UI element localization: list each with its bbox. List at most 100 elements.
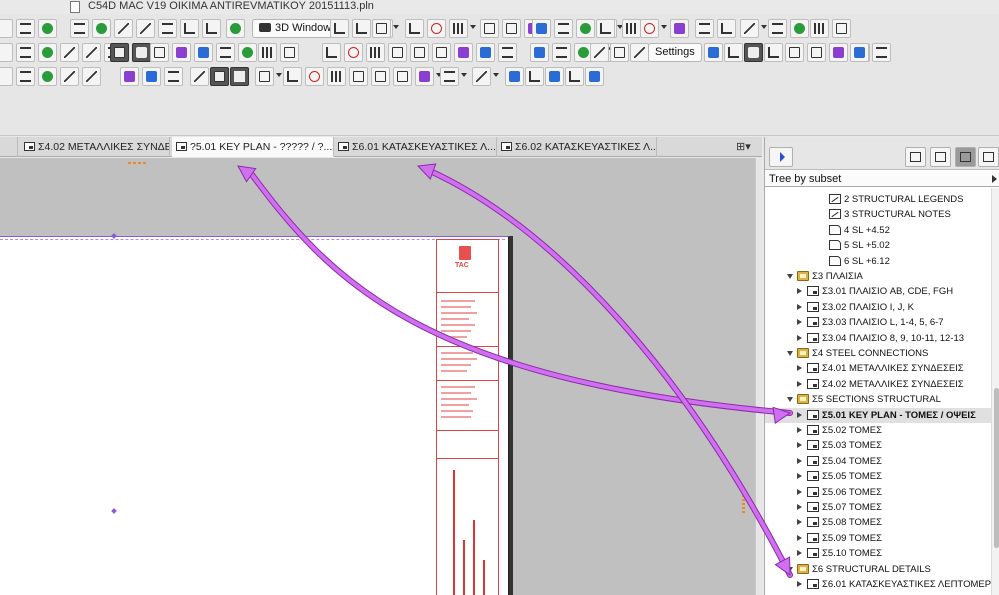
disclosure-closed-icon[interactable]: [797, 335, 802, 341]
disclosure-closed-icon[interactable]: [797, 442, 802, 448]
toolbar-tool-button[interactable]: [0, 67, 13, 86]
toolbar-tool-button[interactable]: [16, 43, 35, 62]
toolbar-tool-button[interactable]: [172, 43, 191, 62]
toolbar-tool-button[interactable]: [194, 43, 213, 62]
view-map-button[interactable]: [930, 147, 951, 167]
disclosure-open-icon[interactable]: [787, 274, 793, 279]
toolbar-tool-button[interactable]: [120, 67, 139, 86]
toolbar-tool-button[interactable]: [530, 43, 549, 62]
disclosure-closed-icon[interactable]: [797, 581, 802, 587]
chevron-down-icon[interactable]: [493, 73, 499, 77]
toolbar-tool-button[interactable]: [850, 43, 869, 62]
hierarchy-icon[interactable]: ⊞▾: [736, 140, 751, 153]
scroll-thumb[interactable]: [994, 388, 999, 548]
toolbar-tool-button[interactable]: [92, 19, 111, 38]
toolbar-tool-button[interactable]: [388, 43, 407, 62]
toolbar-tool-button[interactable]: [38, 19, 57, 38]
toolbar-tool-button[interactable]: [330, 19, 349, 38]
layout-canvas[interactable]: TAC: [0, 158, 762, 595]
toolbar-tool-button[interactable]: [110, 43, 129, 62]
tab-1[interactable]: ?5.01 KEY PLAN - ????? / ?...: [172, 137, 334, 157]
toolbar-tool-button[interactable]: [829, 43, 848, 62]
tree-item[interactable]: Σ5.10 ΤΟΜΕΣ: [765, 546, 991, 561]
tree-item[interactable]: Σ4 STEEL CONNECTIONS: [765, 346, 991, 361]
settings-button[interactable]: Settings: [648, 43, 702, 62]
toolbar-tool-button[interactable]: [525, 67, 544, 86]
toolbar-tool-button[interactable]: [136, 19, 155, 38]
toolbar-tool-button[interactable]: [70, 19, 89, 38]
toolbar-tool-button[interactable]: [283, 67, 302, 86]
toolbar-tool-button[interactable]: [622, 19, 641, 38]
toolbar-tool-button[interactable]: [427, 19, 446, 38]
toolbar-tool-button[interactable]: [305, 67, 324, 86]
toolbar-tool-button[interactable]: [807, 43, 826, 62]
disclosure-closed-icon[interactable]: [797, 412, 802, 418]
toolbar-tool-button[interactable]: [704, 43, 723, 62]
toolbar-tool-button[interactable]: [480, 19, 499, 38]
toolbar-tool-button[interactable]: [872, 43, 891, 62]
navigator-menu-button[interactable]: [769, 147, 793, 167]
tree-item[interactable]: Σ5 SECTIONS STRUCTURAL: [765, 392, 991, 407]
toolbar-tool-button[interactable]: [585, 67, 604, 86]
disclosure-closed-icon[interactable]: [797, 550, 802, 556]
toolbar-tool-button[interactable]: [554, 19, 573, 38]
toolbar-tool-button[interactable]: [16, 19, 35, 38]
tab-overflow[interactable]: [0, 137, 18, 157]
toolbar-tool-button[interactable]: [410, 43, 429, 62]
chevron-down-icon[interactable]: [461, 73, 467, 77]
toolbar-tool-button[interactable]: [832, 19, 851, 38]
tree-item[interactable]: Σ3.01 ΠΛΑΙΣΙΟ AB, CDE, FGH: [765, 284, 991, 299]
toolbar-tool-button[interactable]: [717, 19, 736, 38]
toolbar-tool-button[interactable]: [505, 67, 524, 86]
toolbar-tool-button[interactable]: [190, 67, 209, 86]
toolbar-tool-button[interactable]: [670, 19, 689, 38]
chevron-down-icon[interactable]: [276, 73, 282, 77]
toolbar-tool-button[interactable]: [202, 19, 221, 38]
disclosure-closed-icon[interactable]: [797, 319, 802, 325]
tree-item[interactable]: Σ3 ΠΛΑΙΣΙΑ: [765, 269, 991, 284]
tree-item[interactable]: 4 SL +4.52: [765, 223, 991, 238]
toolbar-tool-button[interactable]: [180, 19, 199, 38]
toolbar-tool-button[interactable]: [640, 19, 659, 38]
toolbar-tool-button[interactable]: [349, 67, 368, 86]
toolbar-tool-button[interactable]: [216, 43, 235, 62]
toolbar-tool-button[interactable]: [768, 19, 787, 38]
tree-item[interactable]: Σ5.08 ΤΟΜΕΣ: [765, 515, 991, 530]
tree-item[interactable]: 2 STRUCTURAL LEGENDS: [765, 192, 991, 207]
toolbar-tool-button[interactable]: [327, 67, 346, 86]
toolbar-tool-button[interactable]: [724, 43, 743, 62]
tree-item[interactable]: Σ5.07 ΤΟΜΕΣ: [765, 500, 991, 515]
disclosure-open-icon[interactable]: [787, 397, 793, 402]
tree-item[interactable]: Σ5.04 ΤΟΜΕΣ: [765, 454, 991, 469]
toolbar-tool-button[interactable]: [405, 19, 424, 38]
chevron-down-icon[interactable]: [661, 25, 667, 29]
toolbar-tool-button[interactable]: [502, 19, 521, 38]
toolbar-tool-button[interactable]: [82, 67, 101, 86]
toolbar-tool-button[interactable]: [344, 43, 363, 62]
toolbar-tool-button[interactable]: [0, 19, 13, 38]
toolbar-tool-button[interactable]: [785, 43, 804, 62]
toolbar-tool-button[interactable]: [0, 43, 13, 62]
tree-item[interactable]: 6 SL +6.12: [765, 254, 991, 269]
tree-item[interactable]: Σ5.06 ΤΟΜΕΣ: [765, 485, 991, 500]
toolbar-tool-button[interactable]: [545, 67, 564, 86]
toolbar-tool-button[interactable]: [132, 43, 151, 62]
project-map-button[interactable]: [905, 147, 926, 167]
tree-item[interactable]: Σ6.01 ΚΑΤΑΣΚΕΥΑΣΤΙΚΕΣ ΛΕΠΤΟΜΕΡΕΙΕΣ: [765, 577, 991, 592]
toolbar-tool-button[interactable]: [454, 43, 473, 62]
3d-window-button[interactable]: 3D Window: [252, 19, 339, 38]
navigator-tree[interactable]: 2 STRUCTURAL LEGENDS 3 STRUCTURAL NOTES 4 …: [765, 188, 991, 595]
tree-item[interactable]: Σ5.03 ΤΟΜΕΣ: [765, 438, 991, 453]
title-block[interactable]: TAC: [436, 239, 499, 595]
chevron-down-icon[interactable]: [393, 25, 399, 29]
toolbar-tool-button[interactable]: [532, 19, 551, 38]
disclosure-closed-icon[interactable]: [797, 504, 802, 510]
toolbar-tool-button[interactable]: [366, 43, 385, 62]
tree-item[interactable]: Σ3.03 ΠΛΑΙΣΙΟ L, 1-4, 5, 6-7: [765, 315, 991, 330]
toolbar-tool-button[interactable]: [230, 67, 249, 86]
tree-item[interactable]: 5 SL +5.02: [765, 238, 991, 253]
disclosure-open-icon[interactable]: [787, 351, 793, 356]
toolbar-tool-button[interactable]: [38, 67, 57, 86]
toolbar-tool-button[interactable]: [82, 43, 101, 62]
tree-item[interactable]: Σ5.01 KEY PLAN - ΤΟΜΕΣ / ΟΨΕΙΣ: [765, 408, 991, 423]
